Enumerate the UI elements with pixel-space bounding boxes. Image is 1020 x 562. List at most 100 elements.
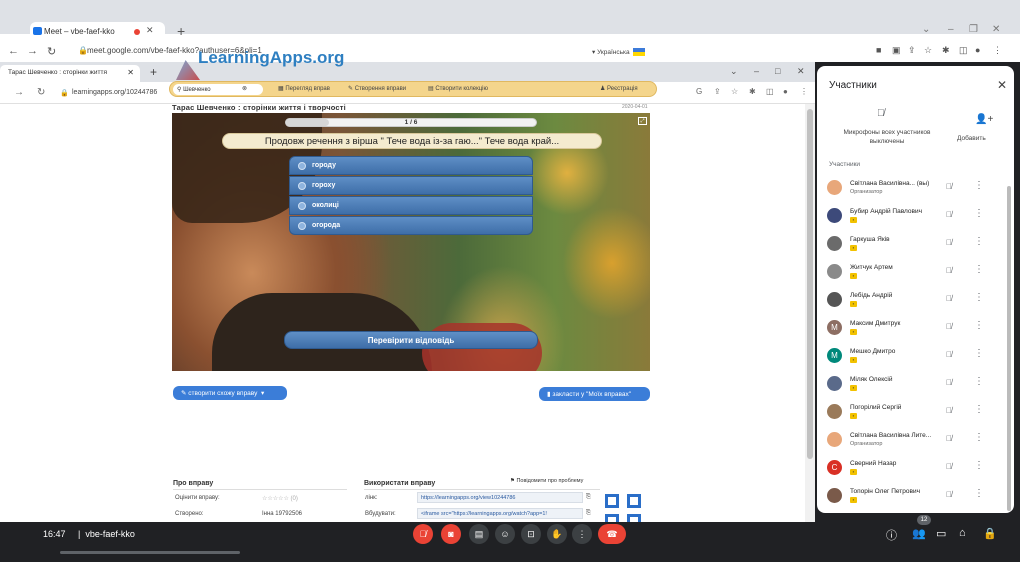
mic-muted-icon[interactable]: 🎙̸ — [946, 378, 952, 387]
menu-register[interactable]: ♟ Реєстрація — [600, 85, 638, 92]
author-link[interactable]: Інна 19792506 — [262, 511, 302, 517]
participant-row[interactable]: M Мешко Дмитро ▪ 🎙̸ ⋮ — [817, 342, 1002, 370]
more-actions-icon[interactable]: ⋮ — [974, 208, 984, 219]
share-icon[interactable]: ⇪ — [714, 87, 721, 96]
qr-code-icon[interactable] — [605, 494, 645, 522]
scrollbar-thumb[interactable] — [807, 109, 813, 459]
more-actions-icon[interactable]: ⋮ — [974, 264, 984, 275]
close-window-button[interactable]: ✕ — [797, 66, 805, 77]
cast-icon[interactable]: ▣ — [892, 45, 901, 56]
emoji-button[interactable]: ☺ — [495, 524, 515, 544]
new-tab-button[interactable]: + — [150, 65, 157, 79]
inner-url-field[interactable]: learningapps.org/10244786 — [72, 89, 157, 96]
participant-row[interactable]: Світлана Василівна Лите... Организатор 🎙̸ ⋮ — [817, 426, 1002, 454]
page-scrollbar[interactable] — [805, 104, 815, 522]
add-participant-button[interactable]: Добавить — [957, 135, 986, 142]
check-answer-button[interactable]: Перевірити відповідь — [284, 331, 538, 349]
share-icon[interactable]: ⇪ — [908, 45, 916, 56]
mic-muted-icon[interactable]: 🎙̸ — [946, 266, 952, 275]
share-link-field[interactable]: https://learningapps.org/view10244786 — [417, 492, 583, 503]
participant-row[interactable]: M Максим Дмитрук ▪ 🎙̸ ⋮ — [817, 314, 1002, 342]
menu-icon[interactable]: ⋮ — [800, 87, 808, 96]
mic-muted-icon[interactable]: 🎙̸ — [946, 238, 952, 247]
people-icon[interactable]: 👥 — [912, 527, 926, 540]
minimize-button[interactable]: – — [754, 66, 759, 76]
host-controls-icon[interactable]: 🔒 — [983, 527, 997, 540]
info-icon[interactable]: ⓘ — [886, 527, 897, 543]
more-options-button[interactable]: ⋮ — [572, 524, 592, 544]
fullscreen-icon[interactable]: ⤢ — [638, 117, 647, 125]
outer-tab-meet[interactable]: Meet – vbe-faef-kko ✕ — [30, 22, 165, 42]
raise-hand-button[interactable]: ✋ — [547, 524, 567, 544]
copy-embed-icon[interactable]: ⎘ — [586, 510, 591, 517]
participant-row[interactable]: Топорін Олег Петрович ▪ 🎙̸ ⋮ — [817, 482, 1002, 510]
mic-off-button[interactable]: 🎙̸ — [413, 524, 433, 544]
inner-tab-learningapps[interactable]: Тарас Шевченко : сторінки життя ✕ — [0, 65, 140, 82]
star-icon[interactable]: ☆ — [924, 45, 932, 56]
reload-icon[interactable]: ↻ — [37, 87, 45, 98]
clear-search-icon[interactable]: ⊗ — [242, 85, 247, 92]
participant-row[interactable]: Світлана Василівна... (вы) Организатор 🎙̸ ⋮ — [817, 174, 1002, 202]
search-input[interactable]: ⚲ Шевченко — [173, 84, 263, 95]
mic-muted-icon[interactable]: 🎙̸ — [946, 434, 952, 443]
leave-call-button[interactable]: ☎ — [598, 524, 626, 544]
present-button[interactable]: ⊡ — [521, 524, 541, 544]
close-panel-button[interactable]: ✕ — [997, 78, 1007, 92]
report-problem-link[interactable]: ⚑ Повідомити про проблему — [510, 478, 583, 484]
mic-muted-icon[interactable]: 🎙̸ — [946, 322, 952, 331]
more-actions-icon[interactable]: ⋮ — [974, 320, 984, 331]
mic-muted-icon[interactable]: 🎙̸ — [946, 490, 952, 499]
answer-option[interactable]: огорода — [289, 216, 533, 235]
menu-icon[interactable]: ⋮ — [993, 45, 1002, 56]
language-selector[interactable]: ▾ Українська — [592, 48, 645, 57]
sidebar-icon[interactable]: ◫ — [959, 45, 968, 56]
mic-muted-icon[interactable]: 🎙̸ — [946, 406, 952, 415]
add-person-icon[interactable]: 👤+ — [975, 114, 993, 125]
restore-button[interactable]: ❐ — [969, 24, 978, 35]
extensions-icon[interactable]: ✱ — [942, 45, 950, 56]
sidebar-icon[interactable]: ◫ — [766, 87, 774, 96]
participant-row[interactable]: C Сверний Назар ▪ 🎙̸ ⋮ — [817, 454, 1002, 482]
rating-stars[interactable]: ☆☆☆☆☆ (0) — [262, 495, 298, 502]
menu-create-exercise[interactable]: ✎ Створення вправи — [348, 85, 406, 92]
camera-icon[interactable]: ■ — [876, 45, 881, 55]
extensions-icon[interactable]: ✱ — [749, 87, 756, 96]
more-actions-icon[interactable]: ⋮ — [974, 236, 984, 247]
forward-icon[interactable]: → — [27, 45, 38, 57]
participant-row[interactable]: Лебідь Андрій ▪ 🎙̸ ⋮ — [817, 286, 1002, 314]
answer-option[interactable]: околиці — [289, 196, 533, 215]
profile-icon[interactable]: ● — [783, 87, 788, 96]
back-icon[interactable]: ← — [8, 45, 19, 57]
mic-muted-icon[interactable]: 🎙̸ — [946, 210, 952, 219]
activities-icon[interactable]: ⌂ — [959, 527, 966, 539]
lock-icon[interactable]: 🔒 — [60, 89, 69, 97]
camera-off-button[interactable]: ◙ — [441, 524, 461, 544]
more-actions-icon[interactable]: ⋮ — [974, 488, 984, 499]
chevron-down-icon[interactable]: ⌄ — [922, 24, 930, 35]
panel-scrollbar[interactable] — [1007, 186, 1011, 511]
mic-muted-icon[interactable]: 🎙̸ — [946, 294, 952, 303]
learningapps-logo[interactable]: LearningApps.org — [198, 48, 344, 68]
more-actions-icon[interactable]: ⋮ — [974, 292, 984, 303]
mic-muted-icon[interactable]: 🎙̸ — [946, 350, 952, 359]
new-tab-button[interactable]: + — [177, 23, 185, 39]
participant-row[interactable]: Міляк Олексій ▪ 🎙̸ ⋮ — [817, 370, 1002, 398]
create-similar-button[interactable]: ✎ створити схожу вправу ▾ — [173, 386, 287, 400]
embed-code-field[interactable]: <iframe src="https://learningapps.org/wa… — [417, 508, 583, 519]
menu-create-collection[interactable]: ▤ Створити колекцію — [428, 85, 488, 92]
reload-icon[interactable]: ↻ — [47, 45, 56, 58]
more-actions-icon[interactable]: ⋮ — [974, 376, 984, 387]
participant-row[interactable]: Погорілий Сергій ▪ 🎙̸ ⋮ — [817, 398, 1002, 426]
mic-off-icon[interactable]: 🎙̸ — [877, 108, 885, 119]
participant-row[interactable]: Бубир Андрій Павлович ▪ 🎙̸ ⋮ — [817, 202, 1002, 230]
close-tab-icon[interactable]: ✕ — [146, 25, 154, 36]
answer-option[interactable]: городу — [289, 156, 533, 175]
more-actions-icon[interactable]: ⋮ — [974, 180, 984, 191]
mic-muted-icon[interactable]: 🎙̸ — [946, 182, 952, 191]
close-window-button[interactable]: ✕ — [992, 24, 1000, 35]
save-to-mine-button[interactable]: ▮ закласти у "Моїх вправах" — [539, 387, 650, 401]
participant-row[interactable]: Гаркуша Яків ▪ 🎙̸ ⋮ — [817, 230, 1002, 258]
captions-button[interactable]: ▤ — [469, 524, 489, 544]
chat-icon[interactable]: ▭ — [936, 527, 946, 540]
close-tab-icon[interactable]: ✕ — [127, 68, 134, 77]
